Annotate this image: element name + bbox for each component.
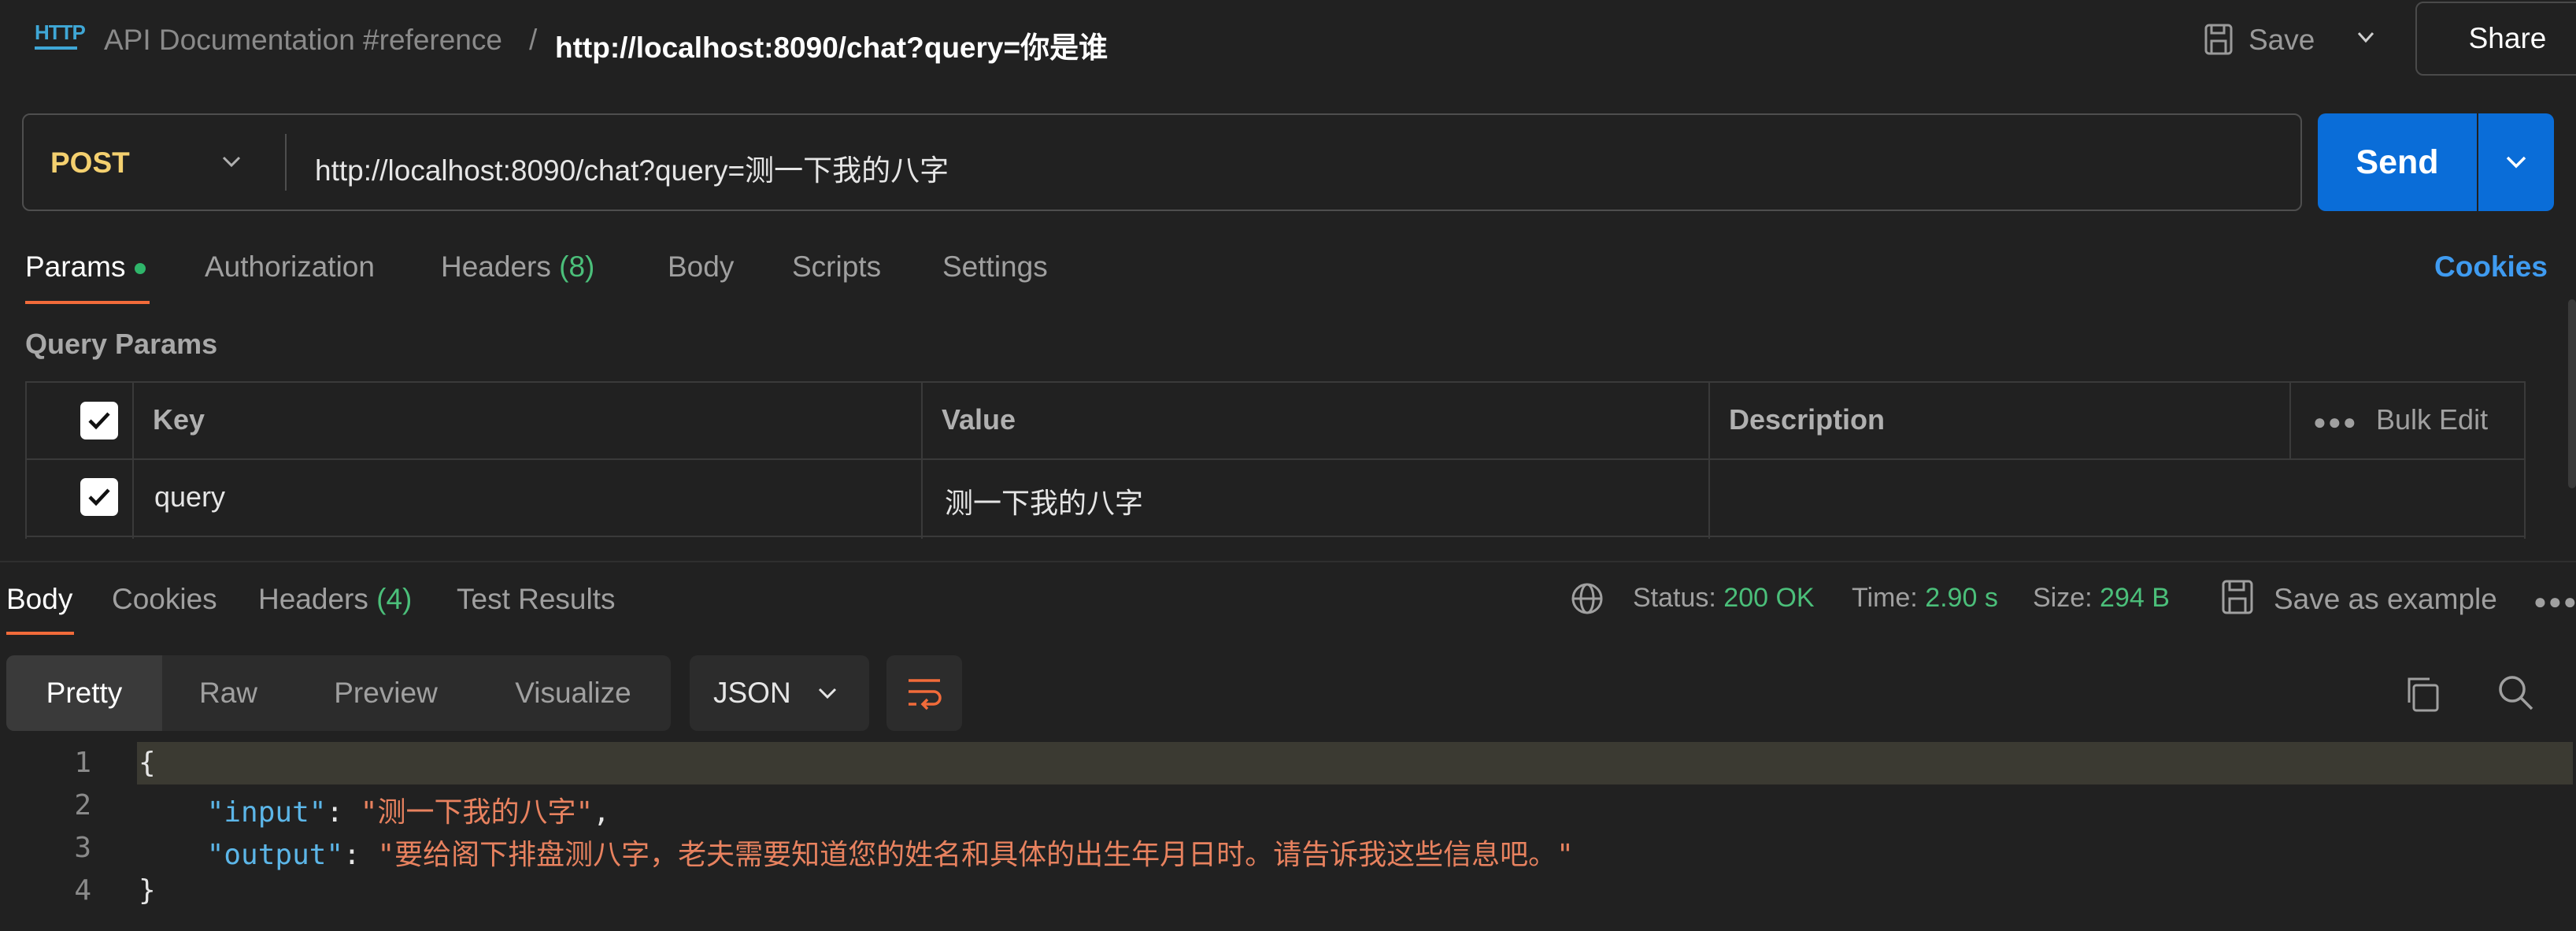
param-value-input[interactable]: 测一下我的八字 [945,480,1143,521]
row-checkbox[interactable] [80,478,118,516]
more-options-icon[interactable]: ●●● [2313,410,2358,435]
save-button[interactable]: Save [2248,24,2315,57]
url-input[interactable]: http://localhost:8090/chat?query=测一下我的八字 [315,147,949,189]
tab-scripts[interactable]: Scripts [792,250,881,284]
table-col-divider [921,381,923,539]
param-key-input[interactable]: query [154,480,225,514]
json-line[interactable]: { [139,747,156,779]
select-all-checkbox[interactable] [80,402,118,440]
breadcrumb-parent[interactable]: API Documentation #reference [104,24,502,57]
response-time[interactable]: Time: 2.90 s [1852,583,1998,614]
active-tab-underline [6,632,74,635]
column-header-value: Value [942,403,1016,436]
line-number: 2 [74,789,91,822]
view-pretty-button[interactable]: Pretty [6,655,162,731]
save-icon[interactable] [2204,24,2233,55]
chevron-down-icon[interactable] [217,150,246,175]
url-divider [285,134,287,191]
column-header-description: Description [1729,403,1886,436]
wrap-lines-button[interactable] [886,655,962,731]
response-tab-test-results[interactable]: Test Results [457,583,616,616]
response-size[interactable]: Size: 294 B [2033,583,2170,614]
params-active-dot [135,263,146,275]
more-options-icon[interactable]: ●●● [2533,589,2576,614]
chevron-down-icon [818,688,836,699]
tab-authorization[interactable]: Authorization [205,250,375,284]
json-line[interactable]: "input": "测一下我的八字", [139,789,610,830]
tab-body[interactable]: Body [668,250,734,284]
view-visualize-button[interactable]: Visualize [477,655,669,731]
line-number: 4 [74,874,91,907]
response-status[interactable]: Status: 200 OK [1633,583,1815,614]
active-tab-underline [25,301,150,304]
response-divider[interactable] [0,561,2576,562]
tab-headers[interactable]: Headers (8) [441,250,594,284]
copy-icon[interactable] [2403,674,2442,714]
search-icon[interactable] [2496,673,2535,712]
params-table [25,381,2526,539]
scrollbar[interactable] [2568,299,2576,488]
save-as-example-button[interactable]: Save as example [2274,583,2497,616]
response-tab-body[interactable]: Body [6,583,72,616]
table-row-divider [25,536,2526,537]
chevron-down-icon [2506,156,2526,169]
globe-icon[interactable] [1570,581,1604,616]
column-header-key: Key [153,403,205,436]
response-tab-cookies[interactable]: Cookies [112,583,217,616]
tab-params[interactable]: Params [25,250,146,284]
view-raw-button[interactable]: Raw [162,655,294,731]
table-col-divider [2289,381,2291,458]
check-icon [88,488,110,506]
send-options-button[interactable] [2478,113,2554,211]
tab-settings[interactable]: Settings [942,250,1048,284]
share-button[interactable]: Share [2415,2,2576,76]
table-row-divider [25,458,2526,460]
view-preview-button[interactable]: Preview [294,655,477,731]
http-request-icon: HTTP [35,20,86,50]
request-title[interactable]: http://localhost:8090/chat?query=你是谁 [555,24,1108,66]
table-col-divider [1708,381,1710,539]
response-tab-headers[interactable]: Headers (4) [258,583,412,616]
json-line[interactable]: } [139,874,156,907]
method-select[interactable]: POST [50,147,130,180]
line-number: 1 [74,747,91,779]
table-col-divider [132,381,134,539]
line-number: 3 [74,832,91,864]
send-button[interactable]: Send [2318,113,2477,211]
breadcrumb-separator: / [529,24,538,56]
current-line-highlight [137,742,2573,784]
bulk-edit-button[interactable]: Bulk Edit [2376,403,2488,436]
query-params-title: Query Params [25,328,218,360]
json-line[interactable]: "output": "要给阁下排盘测八字，老夫需要知道您的姓名和具体的出生年月日… [139,832,1574,873]
format-select[interactable]: JSON [690,655,869,731]
wrap-lines-icon [909,679,942,710]
chevron-down-icon[interactable] [2354,25,2378,49]
cookies-link[interactable]: Cookies [2434,250,2548,284]
check-icon [88,412,110,430]
save-icon[interactable] [2222,580,2253,614]
